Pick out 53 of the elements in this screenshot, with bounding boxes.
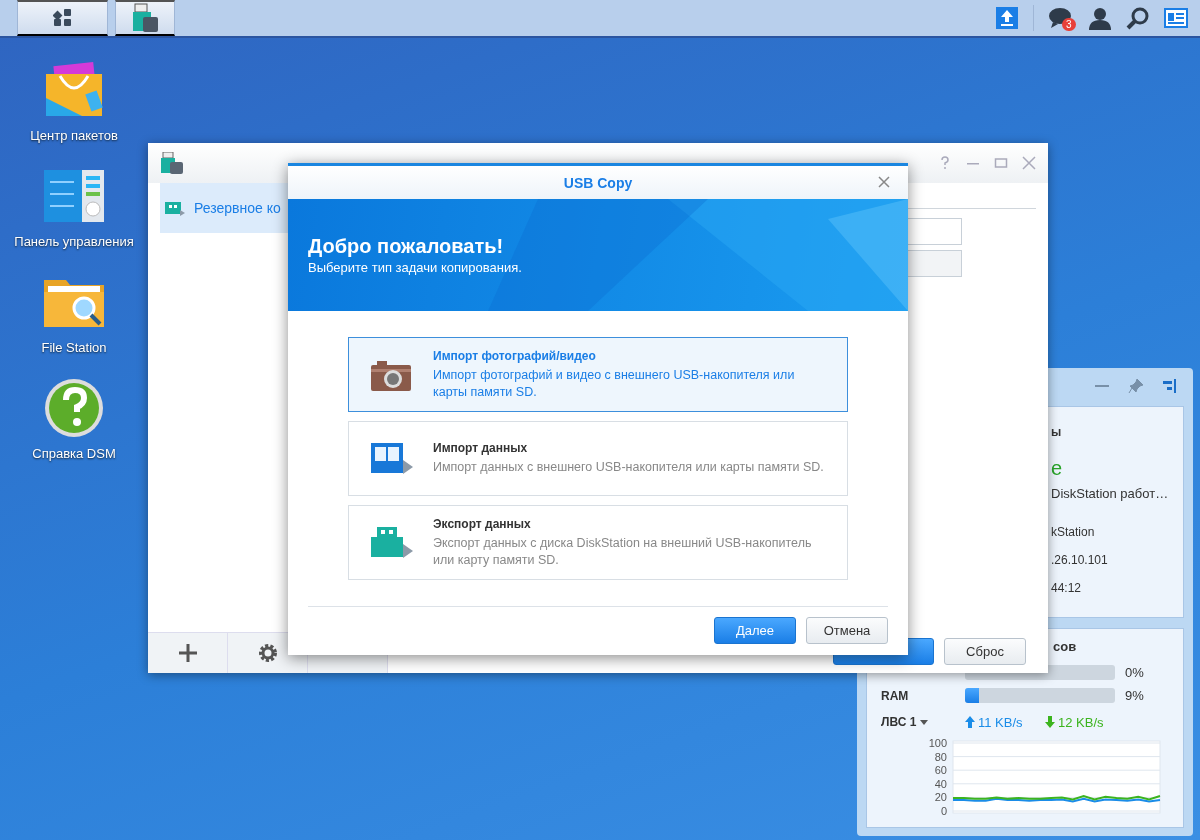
desktop-icon-label[interactable]: Справка DSM — [29, 446, 119, 462]
axis-tick-label: 80 — [934, 750, 947, 763]
status-message: DiskStation работ… — [1051, 486, 1170, 501]
close-icon[interactable] — [878, 176, 890, 188]
info-value: 44:12 — [1051, 581, 1083, 595]
upload-rate: 11 KB/s — [965, 714, 1045, 730]
usage-percent: 0% — [1125, 665, 1144, 680]
input-field[interactable] — [905, 218, 962, 245]
desktop-icon-label[interactable]: File Station — [29, 340, 119, 356]
id-card-icon[interactable] — [1164, 6, 1188, 30]
caret-icon[interactable] — [920, 719, 929, 725]
card-heading: ы — [1051, 425, 1063, 439]
chat-icon[interactable] — [1048, 6, 1072, 30]
task-type-option[interactable]: Экспорт данных Экспорт данных с диска DiskStation на внешний USB-накопитель или карту памяти SD. — [348, 505, 848, 580]
gear-icon — [257, 643, 278, 663]
desktop-icon-label[interactable]: Центр пакетов — [29, 128, 119, 144]
main-menu-button[interactable] — [17, 0, 108, 36]
up-arrow-icon — [965, 716, 975, 728]
down-arrow-icon — [1045, 716, 1055, 728]
dialog-title: USB Copy — [563, 174, 633, 191]
axis-tick-label: 20 — [934, 791, 947, 804]
usb-copy-taskbar-button[interactable] — [115, 0, 175, 36]
welcome-subtitle: Выберите тип задачи копирования. — [308, 260, 523, 275]
reset-button[interactable]: Сброс — [944, 638, 1026, 665]
task-type-option[interactable]: Импорт фотографий/видео Импорт фотографий и видео с внешнего USB-накопителя или карты памяти SD. — [348, 337, 848, 412]
desktop-icon-label[interactable]: Панель управления — [4, 234, 144, 250]
plus-icon — [177, 643, 198, 663]
collapse-icon[interactable] — [1162, 378, 1178, 394]
user-icon[interactable] — [1088, 6, 1112, 30]
next-button[interactable]: Далее — [714, 616, 796, 644]
info-value: kStation — [1051, 525, 1096, 539]
meter-label: RAM — [881, 688, 910, 703]
welcome-heading: Добро пожаловать! — [308, 235, 505, 258]
notification-badge: 3 — [1062, 18, 1076, 31]
upload-icon[interactable] — [995, 6, 1019, 30]
axis-tick-label: 40 — [934, 777, 947, 790]
usage-percent: 9% — [1125, 688, 1144, 703]
download-rate: 12 KB/s — [1045, 714, 1104, 730]
info-value: .26.10.101 — [1051, 553, 1109, 567]
task-type-option[interactable]: Импорт данных Импорт данных с внешнего USB-накопителя или карты памяти SD. — [348, 421, 848, 496]
help-icon[interactable] — [42, 376, 106, 440]
usb-sd-icon — [131, 3, 159, 33]
search-icon[interactable] — [1126, 6, 1150, 30]
input-field[interactable] — [905, 250, 962, 277]
axis-tick-label: 100 — [928, 737, 947, 749]
card-heading: сов — [1053, 639, 1077, 656]
network-selector[interactable]: ЛВС 1 — [881, 715, 965, 729]
axis-tick-label: 0 — [940, 805, 947, 817]
grid-icon — [52, 8, 73, 28]
cancel-button[interactable]: Отмена — [806, 616, 888, 644]
usb-sd-icon — [160, 152, 184, 174]
axis-tick-label: 60 — [934, 764, 947, 777]
health-status: е — [1051, 457, 1064, 480]
